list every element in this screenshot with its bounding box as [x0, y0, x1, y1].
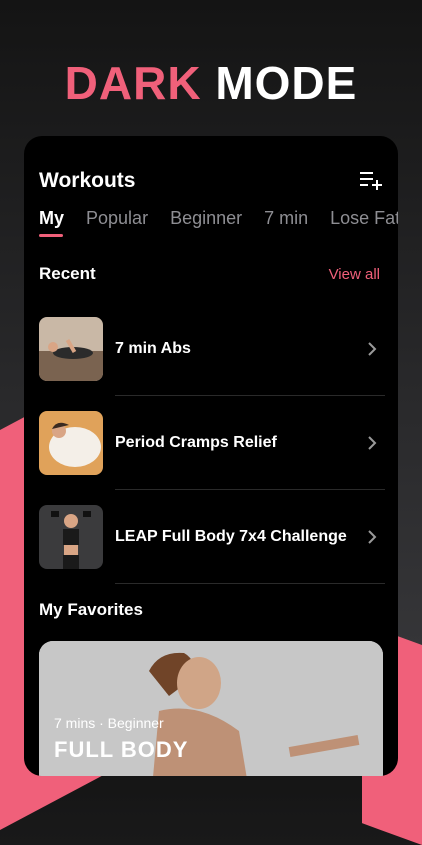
tab-label: My: [39, 208, 65, 228]
tab-popular[interactable]: Popular: [86, 208, 148, 248]
favorites-header: My Favorites: [39, 600, 380, 620]
promo-headline: DARK MODE: [0, 56, 422, 110]
tab-label: 7 min: [264, 208, 309, 228]
chevron-right-icon: [368, 530, 377, 544]
tab-lose-fat[interactable]: Lose Fat: [330, 208, 398, 248]
tab-beginner[interactable]: Beginner: [170, 208, 242, 248]
recent-header: Recent View all: [39, 264, 380, 284]
favorite-workout-card[interactable]: 7 mins · Beginner FULL BODY: [39, 641, 383, 776]
chevron-right-icon: [368, 436, 377, 450]
phone-screen-card: Workouts My Popular Beginner 7 min Lose …: [24, 136, 398, 776]
list-item[interactable]: Period Cramps Relief: [39, 396, 385, 490]
page-title: Workouts: [39, 169, 136, 192]
divider: [115, 583, 385, 584]
list-item[interactable]: LEAP Full Body 7x4 Challenge: [39, 490, 385, 584]
workout-meta: 7 mins · Beginner: [54, 715, 164, 731]
workout-thumbnail: [39, 505, 103, 569]
recent-title: Recent: [39, 264, 96, 283]
view-all-link[interactable]: View all: [329, 266, 380, 283]
list-item[interactable]: 7 min Abs: [39, 302, 385, 396]
workout-name: LEAP Full Body 7x4 Challenge: [115, 528, 347, 545]
workout-name: Period Cramps Relief: [115, 434, 277, 451]
tab-label: Lose Fat: [330, 208, 398, 228]
recent-list: 7 min Abs Period Cramps Relief LEAP Full…: [39, 302, 385, 584]
tab-my[interactable]: My: [39, 208, 64, 248]
active-tab-indicator: [39, 234, 63, 237]
workout-name: 7 min Abs: [115, 340, 191, 357]
favorites-title: My Favorites: [39, 600, 143, 619]
tab-label: Popular: [86, 208, 149, 228]
headline-dark: DARK: [64, 57, 202, 109]
category-tabs: My Popular Beginner 7 min Lose Fat: [39, 208, 398, 248]
workout-thumbnail: [39, 411, 103, 475]
chevron-right-icon: [368, 342, 377, 356]
add-to-list-icon[interactable]: [359, 170, 383, 192]
tab-label: Beginner: [170, 208, 243, 228]
workout-card-title: FULL BODY: [54, 737, 189, 762]
tab-7-min[interactable]: 7 min: [264, 208, 308, 248]
workout-thumbnail: [39, 317, 103, 381]
top-bar: Workouts: [39, 166, 383, 196]
headline-mode: MODE: [215, 57, 358, 109]
